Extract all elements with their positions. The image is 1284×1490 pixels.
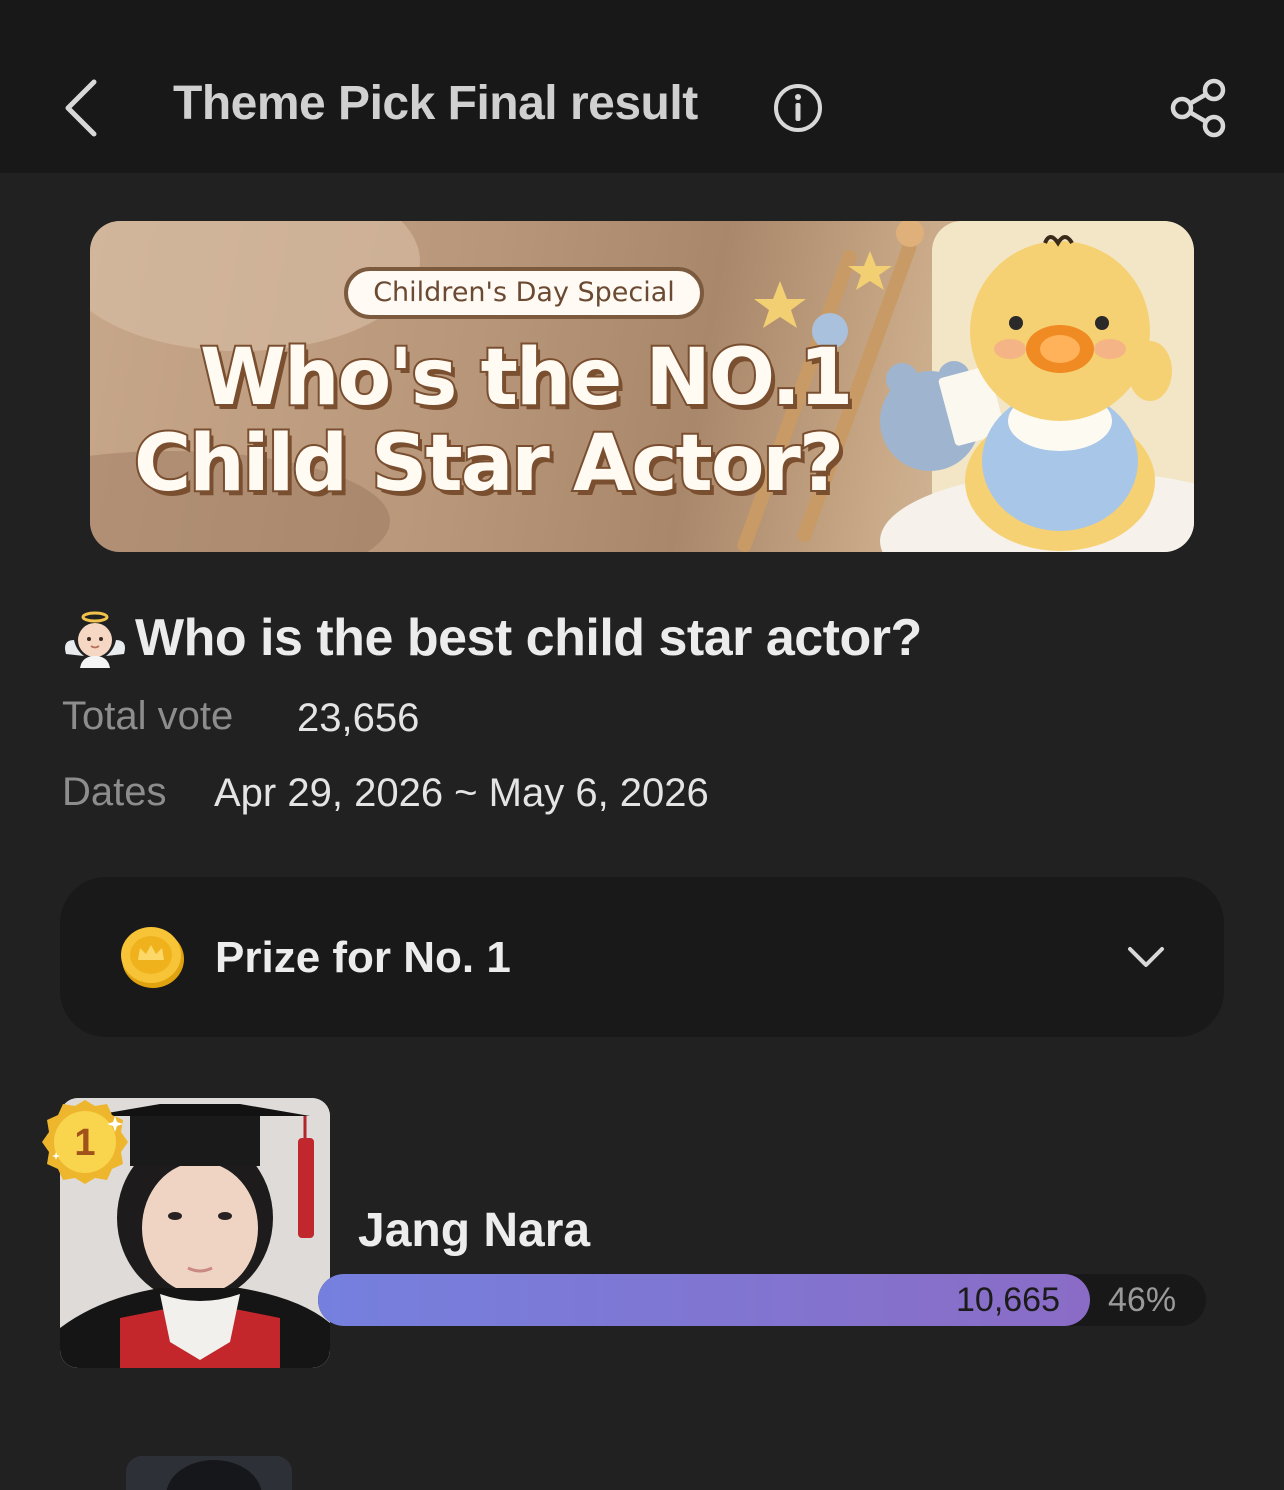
info-icon[interactable] (772, 82, 824, 134)
vote-bar: 10,665 46% (318, 1274, 1206, 1326)
dates-label: Dates (62, 770, 167, 814)
share-icon (1170, 78, 1226, 138)
prize-accordion[interactable]: Prize for No. 1 (60, 877, 1224, 1037)
next-candidate-photo[interactable] (126, 1456, 292, 1490)
share-button[interactable] (1168, 76, 1232, 140)
rank-1-medal-icon: 1 (40, 1096, 130, 1188)
theme-pick-result-page: Theme Pick Final result Children's Day S… (0, 0, 1284, 1490)
candidate-name: Jang Nara (358, 1204, 591, 1257)
page-title: Theme Pick Final result (173, 77, 698, 130)
top-app-bar: Theme Pick Final result (0, 0, 1284, 173)
rank-number: 1 (74, 1122, 95, 1164)
chevron-down-icon[interactable] (1124, 939, 1168, 975)
total-vote-label: Total vote (62, 694, 234, 738)
coin-icon (118, 924, 186, 990)
vote-bar-fill: 10,665 (318, 1274, 1090, 1326)
baby-angel-emoji-icon (62, 610, 128, 670)
chevron-left-icon (65, 79, 97, 137)
dates-value: Apr 29, 2026 ~ May 6, 2026 (214, 771, 709, 815)
banner-headline-line1: Who's the NO.1 (198, 331, 855, 425)
back-button[interactable] (58, 76, 106, 140)
question-title: Who is the best child star actor? (135, 609, 922, 667)
prize-label: Prize for No. 1 (215, 933, 511, 982)
total-vote-value: 23,656 (297, 696, 420, 740)
vote-count: 10,665 (956, 1281, 1060, 1319)
vote-percent: 46% (1108, 1281, 1177, 1319)
banner-headline-line2: Child Star Actor? (132, 417, 846, 511)
banner-tag: Children's Day Special (344, 267, 704, 319)
event-banner[interactable]: Children's Day Special Who's the NO.1 Ch… (90, 221, 1194, 552)
